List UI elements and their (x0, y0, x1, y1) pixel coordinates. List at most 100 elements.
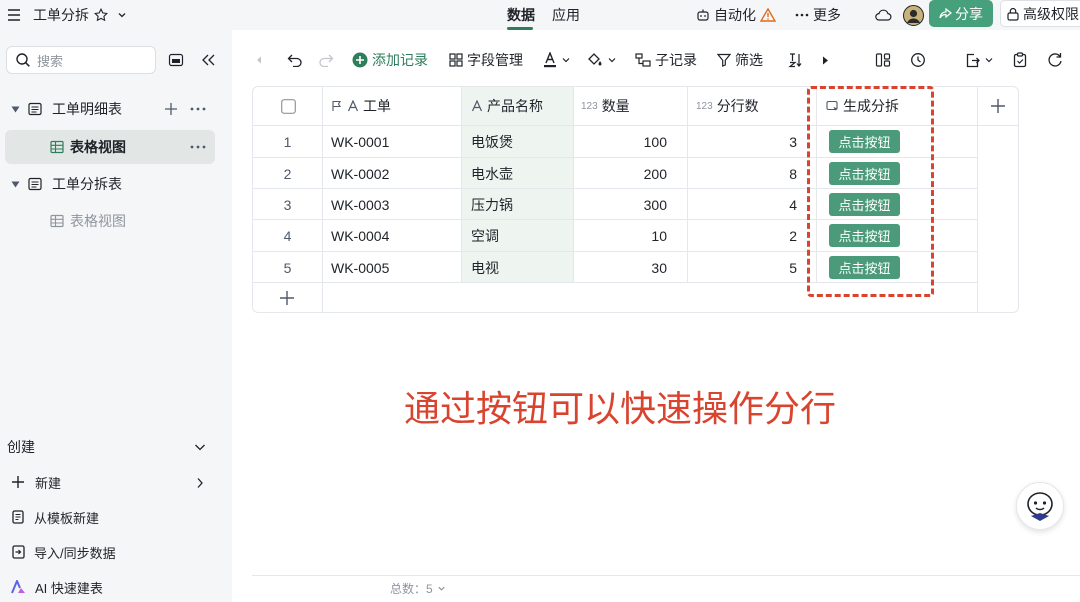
cell-quantity[interactable]: 300 (575, 189, 667, 220)
cell-quantity[interactable]: 100 (575, 126, 667, 157)
number-field-icon: 123 (581, 100, 598, 112)
export-button[interactable] (965, 44, 994, 76)
cell-order[interactable]: WK-0003 (331, 189, 456, 220)
column-label: 分行数 (716, 98, 759, 114)
tab-data[interactable]: 数据 (507, 0, 535, 30)
cell-line-count[interactable]: 2 (689, 220, 797, 251)
more-dots-icon[interactable] (190, 107, 206, 111)
import-sync-item[interactable]: 导入/同步数据 (0, 535, 232, 569)
column-label: 生成分拆 (843, 98, 899, 114)
create-section-header[interactable]: 创建 (0, 430, 232, 464)
avatar[interactable] (903, 0, 924, 30)
sidebar-item-grid-view-2[interactable]: 表格视图 (0, 204, 232, 238)
cloud-sync-icon[interactable] (874, 0, 892, 30)
cell-order[interactable]: WK-0002 (331, 158, 456, 189)
sort-icon[interactable] (788, 44, 804, 76)
sidebar-item-table-1[interactable]: 工单明细表 (0, 92, 232, 126)
tab-apps[interactable]: 应用 (552, 0, 580, 30)
cell-product[interactable]: 电水壶 (471, 158, 569, 189)
generate-split-button[interactable]: 点击按钮 (829, 224, 900, 247)
generate-split-button[interactable]: 点击按钮 (829, 193, 900, 216)
more-label: 更多 (813, 7, 841, 23)
create-item-label: AI 快速建表 (35, 580, 103, 596)
row-index: 1 (283, 133, 292, 150)
field-manage-button[interactable]: 字段管理 (449, 44, 523, 76)
field-manage-label: 字段管理 (467, 52, 523, 68)
cell-quantity[interactable]: 10 (575, 220, 667, 251)
chevron-down-icon[interactable] (117, 0, 127, 30)
sidebar-layout-icon[interactable] (168, 53, 184, 67)
create-from-template-item[interactable]: 从模板新建 (0, 500, 232, 534)
sidebar-item-grid-view-1[interactable]: 表格视图 (5, 130, 215, 164)
column-header-quantity[interactable]: 123 数量 (581, 87, 630, 125)
column-header-generate-split[interactable]: 生成分拆 (826, 87, 899, 125)
select-all-checkbox[interactable] (281, 98, 297, 114)
cell-order[interactable]: WK-0005 (331, 252, 456, 283)
row-index: 3 (283, 196, 292, 213)
add-row-icon[interactable] (279, 282, 297, 312)
cell-quantity[interactable]: 200 (575, 158, 667, 189)
doc-title[interactable]: 工单分拆 (33, 0, 89, 30)
permission-label: 高级权限 (1023, 5, 1079, 22)
cell-order[interactable]: WK-0004 (331, 220, 456, 251)
active-tab-indicator (507, 27, 533, 30)
cell-order[interactable]: WK-0001 (331, 126, 456, 157)
cell-product[interactable]: 电视 (471, 252, 569, 283)
share-button[interactable]: 分享 (929, 0, 993, 27)
cell-quantity[interactable]: 30 (575, 252, 667, 283)
record-total[interactable]: 总数：5 (390, 580, 446, 597)
caret-down-icon (10, 104, 20, 114)
assistant-bot-icon[interactable] (1016, 482, 1064, 530)
advanced-permission-button[interactable]: 高级权限 (1000, 0, 1080, 27)
cell-product[interactable]: 压力锅 (471, 189, 569, 220)
fill-color-button[interactable] (587, 44, 617, 76)
create-item-label: 导入/同步数据 (34, 545, 116, 561)
refresh-share-icon[interactable] (1047, 44, 1063, 76)
cell-line-count[interactable]: 4 (689, 189, 797, 220)
cell-product[interactable]: 空调 (471, 220, 569, 251)
clipboard-icon[interactable] (1013, 44, 1027, 76)
column-header-product[interactable]: 产品名称 (471, 87, 543, 125)
collapse-sidebar-icon[interactable] (200, 53, 216, 67)
ai-quick-create-item[interactable]: AI 快速建表 (0, 570, 232, 602)
generate-split-button[interactable]: 点击按钮 (829, 256, 900, 279)
filter-button[interactable]: 筛选 (717, 44, 763, 76)
sidebar-item-table-2[interactable]: 工单分拆表 (0, 167, 232, 201)
sub-record-button[interactable]: 子记录 (635, 44, 697, 76)
cell-line-count[interactable]: 8 (689, 158, 797, 189)
create-label: 创建 (7, 439, 35, 455)
row-index: 4 (283, 227, 292, 244)
more-dots-icon[interactable] (190, 145, 206, 149)
search-placeholder: 搜索 (37, 53, 64, 69)
generate-split-button[interactable]: 点击按钮 (829, 162, 900, 185)
chevron-down-icon (194, 442, 206, 452)
column-label: 工单 (363, 98, 391, 114)
sidebar-item-label: 表格视图 (70, 213, 126, 229)
add-record-button[interactable]: 添加记录 (352, 44, 428, 76)
cell-line-count[interactable]: 5 (689, 252, 797, 283)
redo-icon[interactable] (318, 44, 334, 76)
text-color-button[interactable] (543, 44, 571, 76)
create-new-item[interactable]: 新建 (0, 465, 232, 499)
cell-product[interactable]: 电饭煲 (471, 126, 569, 157)
more-button[interactable]: 更多 (795, 0, 841, 30)
scroll-right-icon[interactable] (822, 44, 829, 76)
column-header-line-count[interactable]: 123 分行数 (696, 87, 759, 125)
history-icon[interactable] (910, 44, 926, 76)
menu-icon[interactable] (7, 0, 21, 30)
star-icon[interactable] (94, 0, 108, 30)
automation-button[interactable]: 自动化 (696, 0, 776, 30)
add-icon[interactable] (164, 102, 178, 116)
add-column-icon[interactable] (990, 87, 1008, 125)
chevron-right-icon (196, 477, 204, 489)
paint-bucket-icon (587, 52, 603, 68)
undo-icon[interactable] (287, 44, 303, 76)
layout-toggle-icon[interactable] (875, 44, 891, 76)
search-input[interactable]: 搜索 (6, 46, 156, 74)
chevron-down-icon (984, 55, 994, 65)
annotation-caption: 通过按钮可以快速操作分行 (403, 388, 836, 429)
scroll-left-icon[interactable] (256, 44, 262, 76)
generate-split-button[interactable]: 点击按钮 (829, 130, 900, 153)
cell-line-count[interactable]: 3 (689, 126, 797, 157)
column-header-order[interactable]: 工单 (331, 87, 391, 125)
